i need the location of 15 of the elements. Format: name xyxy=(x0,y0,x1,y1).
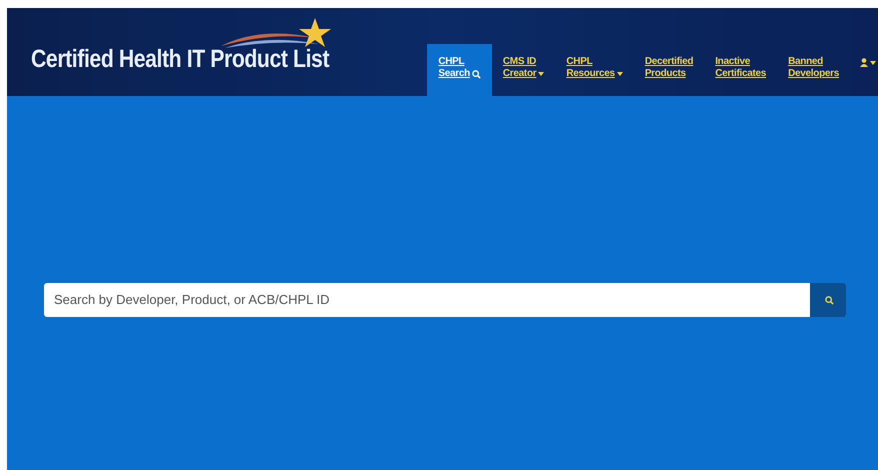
nav-link[interactable]: Banned Developers xyxy=(777,44,850,96)
caret-icon xyxy=(538,72,544,76)
nav-link[interactable]: CHPL Resources xyxy=(555,44,634,96)
nav-link[interactable]: CHPL Search xyxy=(427,44,492,96)
nav-link[interactable]: Decertified Products xyxy=(634,44,704,96)
user-icon xyxy=(860,58,868,67)
nav-link[interactable]: Inactive Certificates xyxy=(704,44,778,96)
site-title: Certified Health IT Product List xyxy=(31,44,330,76)
caret-icon xyxy=(616,72,623,76)
search-icon xyxy=(824,296,834,304)
search-icon xyxy=(472,70,481,78)
search-field[interactable]: Search by Developer, Product, or ACB/CHPL ID xyxy=(44,283,810,317)
nav-link[interactable]: CMS ID Creator xyxy=(492,44,556,96)
search-button[interactable] xyxy=(810,283,846,317)
caret-icon xyxy=(870,61,876,65)
